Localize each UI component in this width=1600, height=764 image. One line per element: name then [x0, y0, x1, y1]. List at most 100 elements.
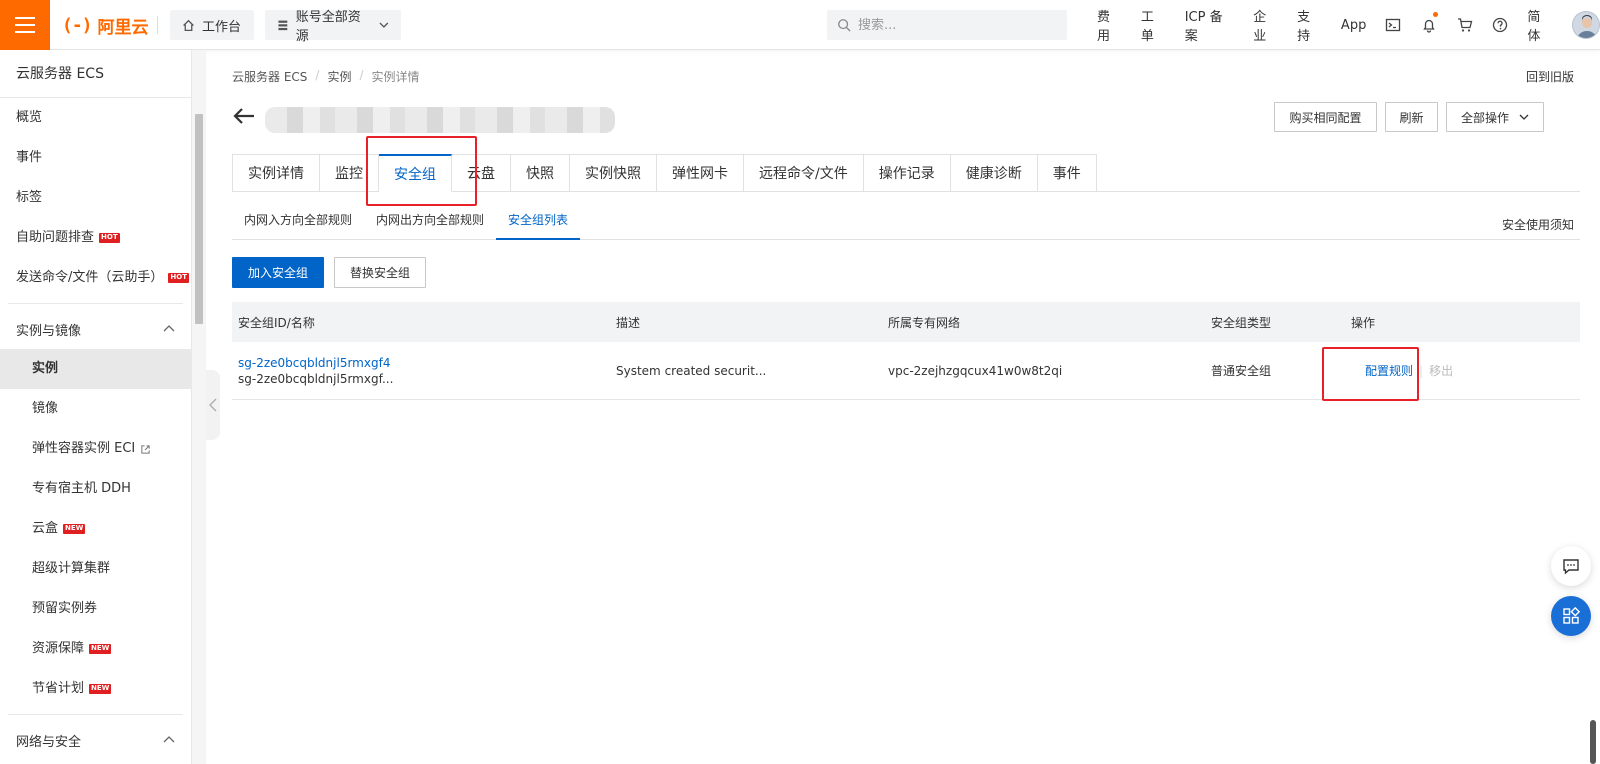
tab-operation-logs[interactable]: 操作记录: [863, 154, 951, 192]
user-avatar[interactable]: [1572, 11, 1600, 39]
hot-badge: HOT: [168, 273, 189, 283]
remove-link[interactable]: 移出: [1429, 364, 1453, 378]
sidebar-collapse-handle[interactable]: [206, 370, 220, 440]
cart-icon[interactable]: [1447, 0, 1483, 50]
sidebar-item-reserved[interactable]: 预留实例券: [0, 589, 191, 629]
search-input[interactable]: [858, 17, 1048, 33]
chat-icon[interactable]: [1551, 546, 1591, 586]
sidebar-item-events[interactable]: 事件: [0, 138, 191, 178]
top-link-enterprise[interactable]: 企业: [1244, 6, 1288, 44]
apps-grid-icon[interactable]: [1551, 596, 1591, 636]
sidebar-item-label: 专有宿主机 DDH: [32, 481, 131, 496]
external-link-icon: [141, 444, 150, 454]
sidebar-item-resource-guarantee[interactable]: 资源保障 NEW: [0, 629, 191, 669]
table-header: 安全组ID/名称 描述 所属专有网络 安全组类型 操作: [232, 302, 1580, 342]
sidebar-item-label: 发送命令/文件（云助手）: [16, 270, 164, 285]
configure-rules-link[interactable]: 配置规则: [1365, 364, 1413, 378]
subtab-security-group-list[interactable]: 安全组列表: [496, 206, 581, 240]
sidebar-item-label: 镜像: [32, 401, 59, 416]
subtab-outbound-rules[interactable]: 内网出方向全部规则: [364, 206, 496, 240]
column-header-actions: 操作: [1351, 315, 1376, 330]
workbench-button[interactable]: 工作台: [170, 10, 254, 40]
security-group-table: 安全组ID/名称 描述 所属专有网络 安全组类型 操作 sg-2ze0bcqbl…: [232, 302, 1580, 400]
new-badge: NEW: [89, 684, 112, 694]
chevron-down-icon: [1519, 114, 1529, 120]
sidebar: 云服务器 ECS 概览 事件 标签 自助问题排查 HOT 发送命令/文件（云助手）…: [0, 50, 192, 764]
subtab-inbound-rules[interactable]: 内网入方向全部规则: [232, 206, 364, 240]
sidebar-group-instances[interactable]: 实例与镜像: [0, 309, 191, 349]
tab-health-diagnosis[interactable]: 健康诊断: [950, 154, 1038, 192]
back-arrow-icon[interactable]: [232, 104, 256, 132]
sidebar-scrollbar-thumb[interactable]: [195, 114, 203, 324]
sidebar-item-supercomputing[interactable]: 超级计算集群: [0, 549, 191, 589]
refresh-button[interactable]: 刷新: [1385, 102, 1438, 132]
cell-description: System created securit...: [616, 363, 767, 378]
tab-snapshots[interactable]: 快照: [511, 154, 570, 192]
tab-events[interactable]: 事件: [1037, 154, 1097, 192]
safety-notice-link[interactable]: 安全使用须知: [1502, 216, 1574, 233]
chevron-down-icon: [379, 22, 389, 28]
sidebar-item-instances[interactable]: 实例: [0, 349, 191, 389]
sidebar-item-savings-plan[interactable]: 节省计划 NEW: [0, 669, 191, 709]
notification-dot: [1432, 12, 1438, 17]
bell-icon[interactable]: [1411, 0, 1447, 50]
tab-eni[interactable]: 弹性网卡: [657, 154, 744, 192]
breadcrumb-instances[interactable]: 实例: [327, 68, 351, 85]
cell-type: 普通安全组: [1211, 364, 1272, 378]
tab-security-groups[interactable]: 安全组: [379, 154, 452, 192]
cell-id-name: sg-2ze0bcqbldnjl5rmxgf4 sg-2ze0bcqbldnjl…: [232, 356, 610, 386]
menu-icon[interactable]: [0, 0, 50, 50]
replace-security-group-button[interactable]: 替换安全组: [334, 257, 426, 288]
instance-tabs: 实例详情 监控 安全组 云盘 快照 实例快照 弹性网卡 远程命令/文件 操作记录…: [232, 154, 1097, 192]
top-link-icp[interactable]: ICP 备案: [1176, 6, 1245, 44]
hot-badge: HOT: [99, 233, 120, 243]
security-group-id-link[interactable]: sg-2ze0bcqbldnjl5rmxgf4: [238, 356, 610, 370]
sidebar-item-overview[interactable]: 概览: [0, 98, 191, 138]
cell-vpc: vpc-2zejhzgqcux41w0w8t2qi: [888, 363, 1063, 378]
sidebar-item-ddh[interactable]: 专有宿主机 DDH: [0, 469, 191, 509]
top-link-app[interactable]: App: [1332, 18, 1375, 33]
action-separator: |: [1419, 364, 1424, 378]
top-link-tickets[interactable]: 工单: [1132, 6, 1176, 44]
logo-text: 阿里云: [97, 17, 149, 38]
resource-scope-dropdown[interactable]: 账号全部资源: [265, 10, 401, 44]
help-icon[interactable]: [1483, 0, 1519, 50]
join-security-group-button[interactable]: 加入安全组: [232, 257, 324, 288]
all-operations-dropdown[interactable]: 全部操作: [1446, 102, 1544, 132]
tab-remote-command[interactable]: 远程命令/文件: [744, 154, 864, 192]
new-badge: NEW: [89, 644, 112, 654]
sidebar-item-images[interactable]: 镜像: [0, 389, 191, 429]
security-subtabs: 内网入方向全部规则 内网出方向全部规则 安全组列表: [232, 206, 581, 240]
sidebar-item-eci[interactable]: 弹性容器实例 ECI: [0, 429, 191, 469]
page-scrollbar-thumb[interactable]: [1590, 720, 1596, 764]
chevron-up-icon: [163, 325, 175, 332]
tab-instance-snapshots[interactable]: 实例快照: [570, 154, 657, 192]
breadcrumb-ecs[interactable]: 云服务器 ECS: [232, 68, 307, 85]
language-switch[interactable]: 简体: [1518, 6, 1562, 44]
cell-actions: 配置规则 | 移出: [1345, 362, 1580, 379]
global-search[interactable]: [827, 10, 1067, 40]
breadcrumb-current: 实例详情: [371, 70, 420, 84]
sidebar-item-self-troubleshoot[interactable]: 自助问题排查 HOT: [0, 218, 191, 258]
top-link-billing[interactable]: 费用: [1088, 6, 1132, 44]
logo-divider: [157, 16, 158, 34]
sidebar-item-cloud-box[interactable]: 云盒 NEW: [0, 509, 191, 549]
back-to-old-version-link[interactable]: 回到旧版: [1526, 68, 1574, 85]
sidebar-group-label: 网络与安全: [16, 734, 82, 750]
tab-disks[interactable]: 云盘: [452, 154, 511, 192]
tab-instance-details[interactable]: 实例详情: [232, 154, 320, 192]
top-link-support[interactable]: 支持: [1288, 6, 1332, 44]
sidebar-scrollbar[interactable]: [192, 50, 206, 764]
aliyun-logo[interactable]: (-) 阿里云: [62, 12, 149, 38]
button-label: 购买相同配置: [1289, 110, 1362, 125]
tab-monitoring[interactable]: 监控: [320, 154, 379, 192]
sidebar-item-tags[interactable]: 标签: [0, 178, 191, 218]
terminal-icon[interactable]: [1375, 0, 1411, 50]
sidebar-group-network[interactable]: 网络与安全: [0, 720, 191, 760]
sidebar-item-send-command[interactable]: 发送命令/文件（云助手） HOT: [0, 258, 191, 298]
sidebar-item-label: 云盒: [32, 521, 59, 536]
security-group-name: sg-2ze0bcqbldnjl5rmxgf...: [238, 371, 394, 386]
buy-same-config-button[interactable]: 购买相同配置: [1274, 102, 1377, 132]
sidebar-item-label: 预留实例券: [32, 601, 98, 616]
sidebar-item-label: 实例: [32, 361, 59, 376]
